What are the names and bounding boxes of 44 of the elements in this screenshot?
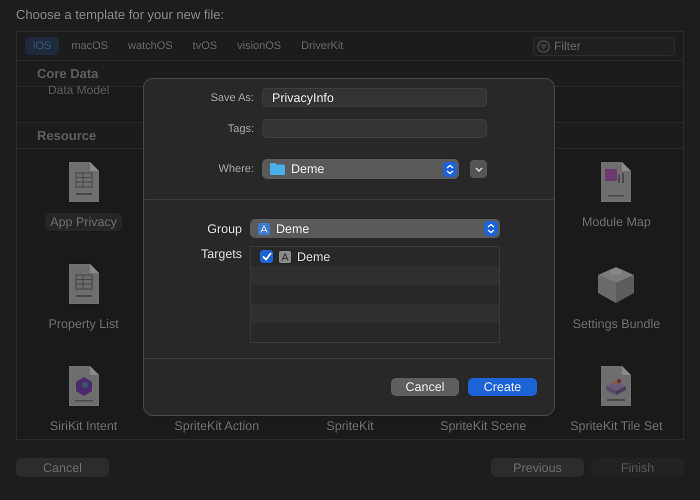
- template-label[interactable]: SpriteKit: [321, 417, 379, 435]
- template-label[interactable]: Property List: [44, 315, 124, 333]
- map-document-icon: [600, 161, 632, 203]
- target-name: Deme: [297, 250, 330, 264]
- filter-field[interactable]: Filter: [533, 36, 675, 56]
- previous-button[interactable]: Previous: [491, 458, 584, 477]
- tiles-document-icon: [600, 365, 632, 407]
- template-label[interactable]: Settings Bundle: [568, 315, 666, 333]
- field-label: Tags:: [226, 122, 254, 134]
- cancel-button[interactable]: Cancel: [16, 458, 109, 477]
- platform-tab[interactable]: visionOS: [229, 37, 290, 55]
- field-label: Group: [206, 222, 242, 236]
- folder-icon: [270, 163, 285, 175]
- stepper-icon: [484, 221, 498, 236]
- create-button[interactable]: Create: [468, 378, 537, 396]
- cube-document-icon: [68, 365, 100, 407]
- cancel-button[interactable]: Cancel: [391, 378, 459, 396]
- platform-tab[interactable]: watchOS: [120, 37, 181, 55]
- table-document-icon: [68, 161, 100, 203]
- template-label[interactable]: SpriteKit Action: [169, 417, 264, 435]
- field-label: Targets: [200, 246, 242, 263]
- field-label: Save As:: [210, 92, 254, 104]
- platform-tab[interactable]: tvOS: [184, 37, 226, 55]
- table-document-icon: [68, 263, 100, 305]
- app-icon: [279, 250, 291, 262]
- target-checkbox[interactable]: [260, 250, 273, 263]
- expand-button[interactable]: [470, 160, 487, 178]
- field-label: Where:: [218, 163, 254, 175]
- template-label[interactable]: SpriteKit Scene: [435, 417, 532, 435]
- filter-icon: [537, 40, 550, 52]
- stepper-icon: [443, 162, 457, 176]
- location-popup[interactable]: Deme: [262, 159, 459, 179]
- group-popup[interactable]: Deme: [250, 219, 500, 238]
- template-label[interactable]: SiriKit Intent: [44, 417, 122, 435]
- name-field[interactable]: PrivacyInfo: [262, 88, 487, 107]
- dialog-title: Choose a template for your new file:: [15, 6, 226, 24]
- template-label[interactable]: Module Map: [576, 213, 656, 231]
- platform-tab[interactable]: iOS: [25, 37, 60, 55]
- platform-tab[interactable]: macOS: [63, 37, 116, 55]
- platform-tab[interactable]: DriverKit: [293, 37, 352, 55]
- app-icon: [258, 222, 270, 234]
- chevron-down-icon: [474, 166, 482, 172]
- template-label[interactable]: SpriteKit Tile Set: [565, 417, 668, 435]
- template-label[interactable]: App Privacy: [45, 213, 122, 231]
